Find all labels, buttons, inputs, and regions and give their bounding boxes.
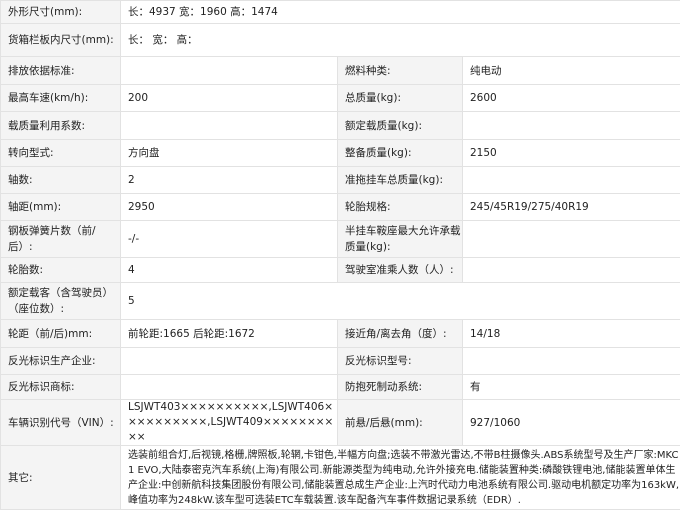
row-tires: 轮胎数: 4 驾驶室准乘人数（人）: bbox=[0, 257, 680, 283]
row-cargo: 货箱栏板内尺寸(mm): 长： 宽： 高： bbox=[0, 23, 680, 57]
label-cargo: 货箱栏板内尺寸(mm): bbox=[0, 23, 121, 57]
row-track: 轮距（前/后)mm: 前轮距:1665 后轮距:1672 接近角/离去角（度）:… bbox=[0, 319, 680, 348]
value-saddle-mass bbox=[461, 220, 680, 258]
row-speed: 最高车速(km/h): 200 总质量(kg): 2600 bbox=[0, 84, 680, 112]
value-trailer-mass bbox=[461, 166, 680, 194]
value-other: 选装前组合灯,后视镜,格栅,牌照板,轮辋,卡钳色,半幅方向盘;选装不带激光雷达,… bbox=[119, 445, 680, 510]
label-speed: 最高车速(km/h): bbox=[0, 84, 121, 112]
label-dims: 外形尺寸(mm): bbox=[0, 0, 121, 24]
label-springs: 钢板弹簧片数（前/后）: bbox=[0, 220, 121, 258]
label-steering: 转向型式: bbox=[0, 139, 121, 167]
value-curb-mass: 2150 bbox=[461, 139, 680, 167]
value-springs: -/- bbox=[120, 220, 338, 258]
label-approach-angle: 接近角/离去角（度）: bbox=[337, 319, 463, 348]
label-track: 轮距（前/后)mm: bbox=[0, 319, 121, 348]
label-loadfactor: 载质量利用系数: bbox=[0, 111, 121, 140]
value-dims: 长：4937 宽：1960 高：1474 bbox=[119, 0, 680, 24]
row-springs: 钢板弹簧片数（前/后）: -/- 半挂车鞍座最大允许承载质量(kg): bbox=[0, 220, 680, 258]
row-emission: 排放依据标准: 燃料种类: 纯电动 bbox=[0, 56, 680, 85]
value-fuel: 纯电动 bbox=[461, 56, 680, 85]
value-reflector-maker bbox=[120, 347, 338, 375]
label-tire-count: 轮胎数: bbox=[0, 257, 121, 283]
label-reflector-model: 反光标识型号: bbox=[337, 347, 463, 375]
spec-table: 外形尺寸(mm): 长：4937 宽：1960 高：1474 货箱栏板内尺寸(m… bbox=[0, 0, 680, 510]
label-axles: 轴数: bbox=[0, 166, 121, 194]
label-curb-mass: 整备质量(kg): bbox=[337, 139, 463, 167]
value-axles: 2 bbox=[120, 166, 338, 194]
value-track: 前轮距:1665 后轮距:1672 bbox=[120, 319, 338, 348]
value-reflector-model bbox=[461, 347, 680, 375]
value-overhang: 927/1060 bbox=[461, 399, 680, 446]
value-reflector-brand bbox=[120, 374, 338, 400]
label-rated-load: 额定载质量(kg): bbox=[337, 111, 463, 140]
value-vin: LSJWT403××××××××××,LSJWT406××××××××××,LS… bbox=[120, 399, 338, 446]
label-other: 其它: bbox=[0, 445, 121, 510]
value-gross-mass: 2600 bbox=[461, 84, 680, 112]
value-tire-count: 4 bbox=[120, 257, 338, 283]
label-fuel: 燃料种类: bbox=[337, 56, 463, 85]
value-emission bbox=[120, 56, 338, 85]
row-axles: 轴数: 2 准拖挂车总质量(kg): bbox=[0, 166, 680, 194]
value-tire-spec: 245/45R19/275/40R19 bbox=[461, 193, 680, 221]
row-other: 其它: 选装前组合灯,后视镜,格栅,牌照板,轮辋,卡钳色,半幅方向盘;选装不带激… bbox=[0, 445, 680, 510]
row-wheelbase: 轴距(mm): 2950 轮胎规格: 245/45R19/275/40R19 bbox=[0, 193, 680, 221]
label-tire-spec: 轮胎规格: bbox=[337, 193, 463, 221]
value-approach-angle: 14/18 bbox=[461, 319, 680, 348]
value-abs: 有 bbox=[461, 374, 680, 400]
value-seats: 5 bbox=[119, 282, 680, 320]
label-emission: 排放依据标准: bbox=[0, 56, 121, 85]
label-reflector-maker: 反光标识生产企业: bbox=[0, 347, 121, 375]
row-seats: 额定载客（含驾驶员）（座位数）: 5 bbox=[0, 282, 680, 320]
label-overhang: 前悬/后悬(mm): bbox=[337, 399, 463, 446]
label-gross-mass: 总质量(kg): bbox=[337, 84, 463, 112]
label-vin: 车辆识别代号（VIN）: bbox=[0, 399, 121, 446]
value-wheelbase: 2950 bbox=[120, 193, 338, 221]
label-reflector-brand: 反光标识商标: bbox=[0, 374, 121, 400]
value-speed: 200 bbox=[120, 84, 338, 112]
label-seats: 额定载客（含驾驶员）（座位数）: bbox=[0, 282, 121, 320]
label-trailer-mass: 准拖挂车总质量(kg): bbox=[337, 166, 463, 194]
row-loadfactor: 载质量利用系数: 额定载质量(kg): bbox=[0, 111, 680, 140]
row-reflector-brand: 反光标识商标: 防抱死制动系统: 有 bbox=[0, 374, 680, 400]
label-abs: 防抱死制动系统: bbox=[337, 374, 463, 400]
row-dims: 外形尺寸(mm): 长：4937 宽：1960 高：1474 bbox=[0, 0, 680, 24]
label-saddle-mass: 半挂车鞍座最大允许承载质量(kg): bbox=[337, 220, 463, 258]
label-cab-occupants: 驾驶室准乘人数（人）: bbox=[337, 257, 463, 283]
row-vin: 车辆识别代号（VIN）: LSJWT403××××××××××,LSJWT406… bbox=[0, 399, 680, 446]
row-reflector-maker: 反光标识生产企业: 反光标识型号: bbox=[0, 347, 680, 375]
label-wheelbase: 轴距(mm): bbox=[0, 193, 121, 221]
value-rated-load bbox=[461, 111, 680, 140]
row-steering: 转向型式: 方向盘 整备质量(kg): 2150 bbox=[0, 139, 680, 167]
value-cargo: 长： 宽： 高： bbox=[119, 23, 680, 57]
value-steering: 方向盘 bbox=[120, 139, 338, 167]
value-loadfactor bbox=[120, 111, 338, 140]
value-cab-occupants bbox=[461, 257, 680, 283]
